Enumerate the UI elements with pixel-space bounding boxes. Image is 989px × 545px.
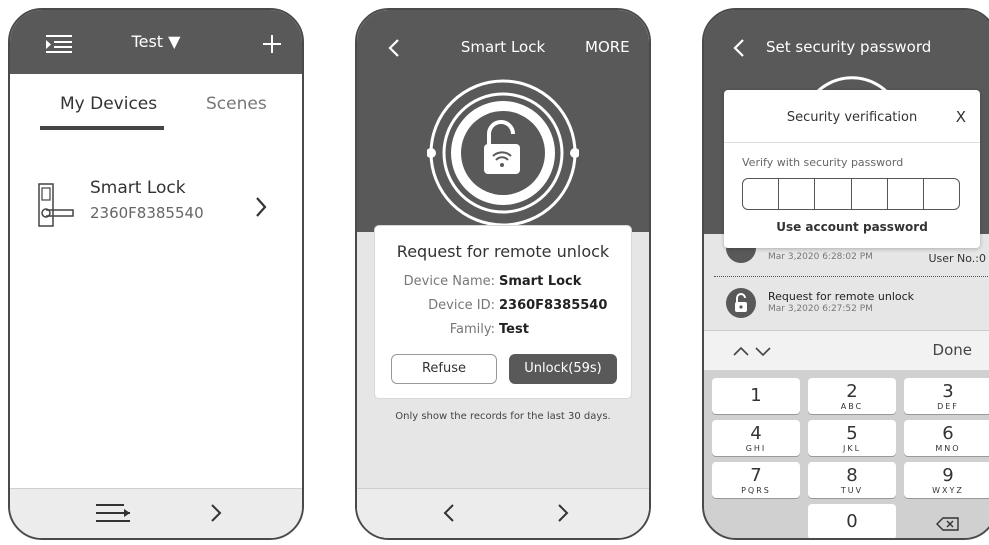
family-label: Family: [449, 322, 495, 337]
device-name: Smart Lock [90, 178, 186, 198]
smart-lock-device-icon [38, 183, 74, 227]
key-5[interactable]: 5 JKL [808, 420, 896, 456]
plus-icon[interactable] [262, 34, 282, 54]
records-note: Only show the records for the last 30 da… [395, 411, 611, 422]
header-bar: Set security password [704, 10, 989, 74]
header-area: Smart Lock MORE [357, 10, 649, 232]
family-value: Test [499, 322, 529, 337]
phone-security-password-screen: Set security password Mar 3,2020 6:28:02… [702, 8, 989, 540]
tab-my-devices[interactable]: My Devices [60, 94, 157, 114]
device-id: 2360F8385540 [90, 204, 204, 222]
back-icon[interactable] [387, 38, 401, 58]
key-letters: TUV [840, 486, 864, 495]
security-verification-dialog: Security verification X Verify with secu… [724, 90, 980, 248]
use-account-password-link[interactable]: Use account password [724, 220, 980, 234]
previous-icon[interactable] [443, 503, 455, 523]
done-button[interactable]: Done [933, 341, 972, 359]
dialog-divider [724, 142, 980, 143]
device-id-value: 2360F8385540 [499, 298, 608, 313]
close-button[interactable]: X [956, 108, 966, 126]
back-icon[interactable] [732, 38, 746, 58]
more-button[interactable]: MORE [585, 38, 630, 56]
remote-unlock-dialog: Request for remote unlock Device Name: S… [375, 226, 631, 398]
device-id-label: Device ID: [428, 298, 495, 313]
key-digit: 3 [942, 381, 954, 402]
chevron-up-icon[interactable] [732, 345, 750, 357]
key-letters: PQRS [741, 486, 771, 495]
phone-smart-lock-screen: Smart Lock MORE Request for remote unloc… [355, 8, 651, 540]
key-digit: 9 [942, 465, 954, 486]
key-letters: MNO [935, 444, 961, 453]
refuse-button[interactable]: Refuse [391, 354, 497, 384]
key-digit: 1 [750, 385, 762, 406]
chevron-right-icon [256, 197, 267, 217]
key-0[interactable]: 0 [808, 504, 896, 538]
forward-icon[interactable] [210, 503, 222, 523]
key-letters: JKL [842, 444, 862, 453]
dialog-title: Request for remote unlock [396, 242, 610, 261]
unlock-button[interactable]: Unlock(59s) [509, 354, 617, 384]
key-letters: DEF [937, 402, 959, 411]
record-list: Mar 3,2020 6:28:02 PM User No.:0 Request… [704, 234, 989, 332]
password-input[interactable] [742, 178, 960, 210]
next-icon[interactable] [557, 503, 569, 523]
pin-digit-box [852, 179, 888, 209]
record-title: Request for remote unlock [768, 290, 915, 303]
key-letters: GHI [745, 444, 767, 453]
device-list-item[interactable]: Smart Lock 2360F8385540 [10, 170, 302, 240]
dialog-title: Security verification [786, 110, 918, 125]
key-digit: 4 [750, 423, 762, 444]
pin-digit-box [924, 179, 959, 209]
key-2[interactable]: 2 ABC [808, 378, 896, 414]
key-digit: 8 [846, 465, 858, 486]
key-6[interactable]: 6 MNO [904, 420, 989, 456]
pin-digit-box [779, 179, 816, 209]
pin-digit-box [888, 179, 924, 209]
key-digit: 7 [750, 465, 762, 486]
key-digit: 5 [846, 423, 858, 444]
phone-home-screen: Test ▼ My Devices Scenes Smart Lock 2360… [8, 8, 304, 540]
device-name-label: Device Name: [403, 274, 495, 289]
record-divider [714, 276, 989, 277]
key-digit: 6 [942, 423, 954, 444]
tab-underline [40, 126, 164, 130]
bottom-nav [10, 488, 302, 538]
list-menu-icon[interactable] [94, 502, 132, 524]
record-item[interactable]: Request for remote unlock Mar 3,2020 6:2… [704, 280, 989, 328]
tab-bar: My Devices Scenes [10, 94, 302, 134]
page-title: Set security password [766, 38, 932, 56]
lock-status-icon [427, 79, 579, 227]
tab-scenes[interactable]: Scenes [206, 94, 267, 114]
bottom-nav [357, 488, 649, 538]
pin-digit-box [743, 179, 780, 209]
keyboard-toolbar: Done [704, 330, 989, 370]
key-digit: 0 [846, 511, 858, 532]
chevron-down-icon[interactable] [754, 345, 772, 357]
pin-digit-box [815, 179, 852, 209]
key-7[interactable]: 7 PQRS [712, 462, 800, 498]
key-1[interactable]: 1 [712, 378, 800, 414]
record-user: User No.:0 [928, 252, 986, 265]
header-bar: Test ▼ [10, 10, 302, 74]
page-title: Smart Lock [460, 38, 546, 56]
record-time: Mar 3,2020 6:28:02 PM [768, 252, 873, 262]
key-letters: ABC [840, 402, 864, 411]
key-8[interactable]: 8 TUV [808, 462, 896, 498]
family-selector[interactable]: Test ▼ [106, 32, 206, 51]
key-9[interactable]: 9 WXYZ [904, 462, 989, 498]
key-3[interactable]: 3 DEF [904, 378, 989, 414]
key-digit: 2 [846, 381, 858, 402]
record-time: Mar 3,2020 6:27:52 PM [768, 304, 873, 314]
backspace-icon[interactable] [936, 516, 960, 532]
menu-icon[interactable] [44, 33, 74, 53]
key-4[interactable]: 4 GHI [712, 420, 800, 456]
device-name-value: Smart Lock [499, 274, 582, 289]
numeric-keypad: 1 2 ABC 3 DEF 4 GHI 5 JKL 6 MNO 7 PQRS 8 TUV 9W… [704, 370, 989, 538]
verify-label: Verify with security password [742, 156, 904, 169]
lock-record-icon [726, 288, 756, 318]
key-letters: WXYZ [932, 486, 964, 495]
